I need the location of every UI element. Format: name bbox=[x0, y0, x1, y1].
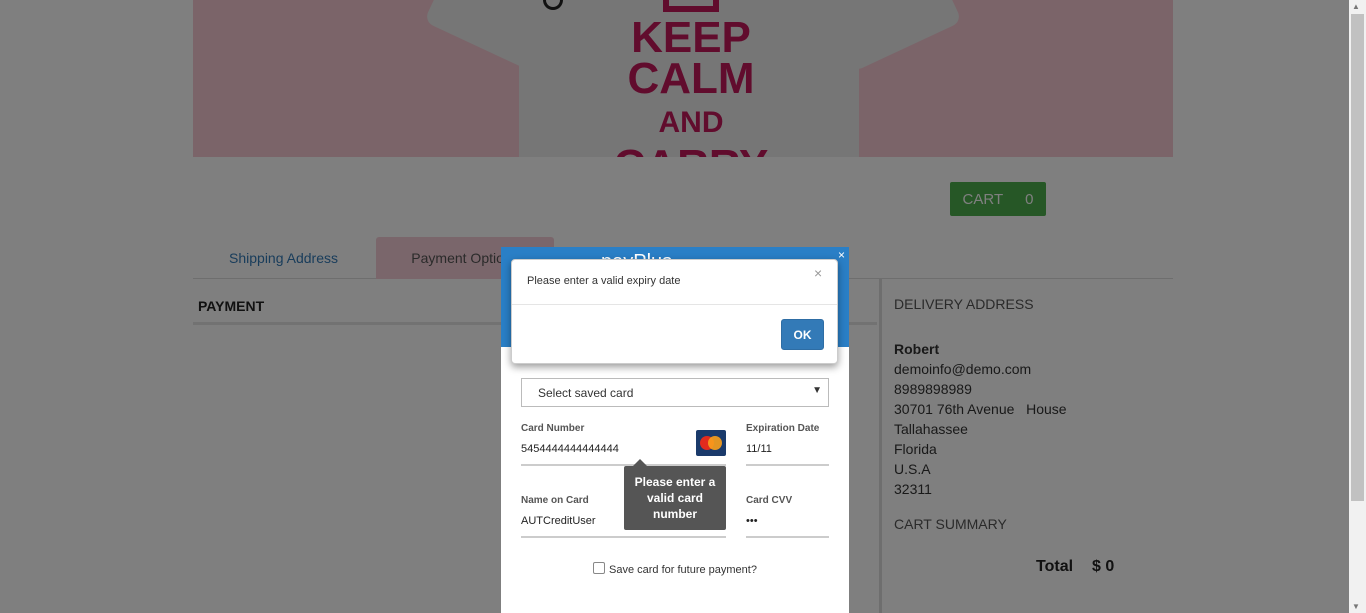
chevron-down-icon: ▼ bbox=[812, 385, 822, 396]
close-icon[interactable]: × bbox=[814, 265, 822, 281]
field-underline bbox=[521, 536, 726, 538]
save-card-row: Save card for future payment? bbox=[593, 562, 757, 576]
pointer-arrow bbox=[501, 347, 509, 363]
name-on-card-input[interactable]: AUTCreditUser bbox=[521, 515, 596, 527]
scroll-up-icon[interactable]: ▲ bbox=[1352, 2, 1360, 11]
alert-dialog: Please enter a valid expiry date × OK bbox=[511, 259, 838, 364]
tooltip-arrow bbox=[633, 459, 647, 466]
ok-button[interactable]: OK bbox=[781, 319, 824, 350]
mastercard-icon bbox=[696, 430, 726, 456]
field-underline bbox=[746, 536, 829, 538]
validation-tooltip: Please enter a valid card number bbox=[624, 466, 726, 530]
name-on-card-label: Name on Card bbox=[521, 495, 589, 506]
field-underline bbox=[746, 464, 829, 466]
card-number-label: Card Number bbox=[521, 423, 585, 434]
divider bbox=[512, 304, 837, 305]
cvv-label: Card CVV bbox=[746, 495, 793, 506]
scrollbar-thumb[interactable] bbox=[1351, 14, 1364, 501]
card-number-input[interactable]: 5454444444444444 bbox=[521, 443, 619, 455]
cvv-input[interactable]: ••• bbox=[746, 515, 758, 527]
save-card-checkbox[interactable] bbox=[593, 562, 605, 574]
alert-message: Please enter a valid expiry date bbox=[527, 275, 681, 287]
saved-card-placeholder: Select saved card bbox=[538, 386, 634, 400]
saved-card-select[interactable]: Select saved card ▼ bbox=[521, 378, 829, 407]
scroll-down-icon[interactable]: ▼ bbox=[1352, 602, 1360, 611]
modal-close-icon[interactable]: × bbox=[838, 248, 845, 262]
expiry-input[interactable]: 11/11 bbox=[746, 443, 772, 455]
save-card-label: Save card for future payment? bbox=[609, 564, 757, 576]
expiry-label: Expiration Date bbox=[746, 423, 820, 434]
